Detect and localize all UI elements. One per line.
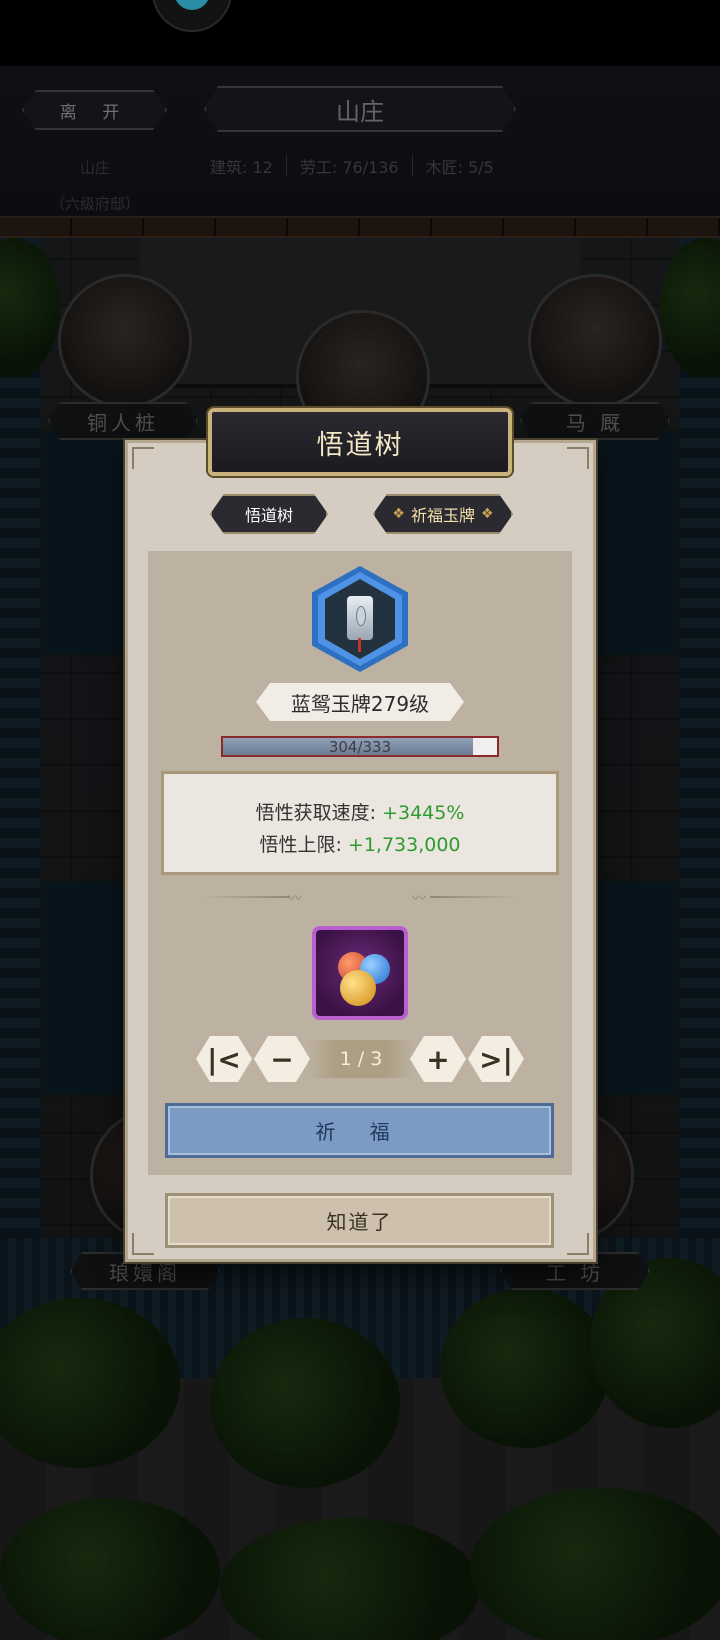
ornament-icon: 〰 bbox=[288, 891, 302, 907]
tab-label: 祈福玉牌 bbox=[410, 506, 475, 525]
stat-speed: 悟性获取速度: +3445% bbox=[164, 798, 556, 825]
stat-speed-label: 悟性获取速度: bbox=[255, 802, 383, 824]
stat-cap-label: 悟性上限: bbox=[259, 834, 348, 856]
stat-cap-value: +1,733,000 bbox=[347, 834, 461, 856]
stat-speed-value: +3445% bbox=[382, 802, 465, 824]
acknowledge-button[interactable]: 知道了 bbox=[165, 1193, 554, 1248]
page-count: 1 / 3 bbox=[308, 1040, 414, 1078]
last-page-icon[interactable]: >| bbox=[468, 1036, 524, 1082]
ornament-icon: ❖ bbox=[392, 506, 405, 522]
bonus-stats-box: 悟性获取速度: +3445% 悟性上限: +1,733,000 bbox=[161, 771, 559, 875]
progress-text: 304/333 bbox=[328, 737, 392, 756]
dialog-title: 悟道树 bbox=[208, 408, 512, 476]
stat-cap: 悟性上限: +1,733,000 bbox=[164, 830, 556, 857]
ornament-icon: 〰 bbox=[412, 891, 426, 907]
plus-icon[interactable]: + bbox=[410, 1036, 466, 1082]
orbs-icon[interactable] bbox=[312, 926, 408, 1020]
minus-icon[interactable]: − bbox=[254, 1036, 310, 1082]
divider bbox=[430, 896, 520, 898]
ornament-icon: ❖ bbox=[481, 506, 494, 522]
divider bbox=[200, 896, 290, 898]
pray-button[interactable]: 祈 福 bbox=[165, 1103, 554, 1158]
level-progress-bar: 304/333 bbox=[221, 736, 499, 757]
item-level-label: 蓝鸳玉牌279级 bbox=[256, 683, 464, 721]
tab-blessing-jade[interactable]: ❖ 祈福玉牌 ❖ bbox=[373, 494, 513, 534]
first-page-icon[interactable]: |< bbox=[196, 1036, 252, 1082]
tab-enlightenment-tree[interactable]: 悟道树 bbox=[210, 494, 328, 534]
jade-tablet-icon[interactable] bbox=[312, 566, 408, 672]
quantity-pager: |< − 1 / 3 + >| bbox=[196, 1036, 524, 1082]
